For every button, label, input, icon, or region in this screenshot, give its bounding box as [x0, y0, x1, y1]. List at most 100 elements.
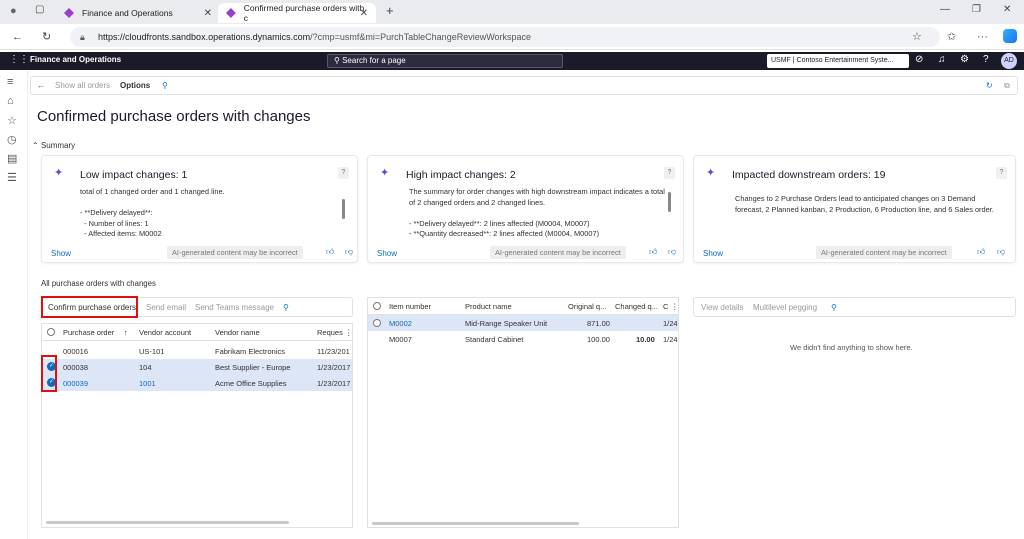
show-link[interactable]: Show	[377, 249, 397, 258]
favorites-star-icon[interactable]: ☆	[7, 114, 17, 127]
confirm-purchase-orders-button[interactable]: Confirm purchase orders	[48, 303, 136, 312]
action-bar: ← Show all orders Options ⚲ ↻ ⧉	[30, 76, 1018, 95]
grid-search-icon[interactable]: ⚲	[283, 303, 289, 312]
show-link[interactable]: Show	[703, 249, 723, 258]
col-item-number[interactable]: Item number	[389, 302, 431, 311]
col-c[interactable]: C	[663, 302, 668, 311]
col-original-qty[interactable]: Original q...	[568, 302, 606, 311]
close-window-icon[interactable]: ✕	[1003, 4, 1011, 15]
horizontal-scrollbar[interactable]	[372, 522, 579, 525]
close-tab-icon[interactable]: ✕	[204, 8, 212, 19]
close-tab-icon[interactable]: ✕	[360, 8, 368, 19]
cell-item[interactable]: M0002	[389, 319, 412, 328]
tab-actions-icon[interactable]: ▢	[35, 4, 44, 15]
copilot-icon[interactable]	[1003, 29, 1017, 43]
back-icon[interactable]: ←	[12, 27, 23, 47]
table-row[interactable]: M0002 Mid-Range Speaker Unit 871.00 1/24	[368, 315, 678, 331]
col-purchase-order[interactable]: Purchase order	[63, 328, 114, 337]
workspaces-icon[interactable]: ▤	[7, 152, 17, 165]
cell-product: Mid-Range Speaker Unit	[465, 319, 548, 328]
refresh-icon[interactable]: ↻	[42, 27, 51, 47]
thumbs-up-icon[interactable]: 👍︎	[326, 247, 334, 257]
card-body: total of 1 changed order and 1 changed l…	[80, 187, 225, 238]
col-changed-qty[interactable]: Changed q...	[615, 302, 658, 311]
options-button[interactable]: Options	[120, 81, 150, 90]
recent-clock-icon[interactable]: ◷	[7, 133, 17, 146]
new-tab-icon[interactable]: +	[386, 3, 394, 18]
company-picker[interactable]: USMF | Contoso Entertainment Syste...	[767, 54, 909, 68]
col-vendor-account[interactable]: Vendor account	[139, 328, 191, 337]
modules-list-icon[interactable]: ☰	[7, 171, 17, 184]
show-all-orders-button[interactable]: Show all orders	[55, 81, 110, 90]
selected-rows-highlight	[41, 355, 57, 392]
avatar[interactable]: AD	[1001, 53, 1017, 69]
show-link[interactable]: Show	[51, 249, 71, 258]
cell-name: Fabrikam Electronics	[215, 347, 286, 356]
url-field[interactable]: 🔒︎ https://cloudfronts.sandbox.operation…	[70, 27, 940, 47]
detail-search-icon[interactable]: ⚲	[831, 303, 837, 312]
search-icon: ⚲	[334, 56, 340, 65]
app-launcher-icon[interactable]: ⋮⋮	[9, 54, 29, 65]
empty-state-message: We didn't find anything to show here.	[790, 343, 913, 352]
ai-disclaimer-badge: AI-generated content may be incorrect	[167, 246, 303, 259]
col-product-name[interactable]: Product name	[465, 302, 512, 311]
minimize-icon[interactable]: —	[940, 4, 950, 15]
tab-label: Confirmed purchase orders with c	[243, 3, 365, 23]
table-row[interactable]: 000016 US-101 Fabrikam Electronics 11/23…	[42, 343, 352, 359]
view-details-button[interactable]: View details	[701, 303, 744, 312]
send-teams-button[interactable]: Send Teams message	[195, 303, 274, 312]
card-title: Low impact changes: 1	[80, 169, 188, 181]
cell-date: 11/23/201	[317, 347, 350, 356]
select-all-radio[interactable]	[373, 302, 381, 310]
select-all-radio[interactable]	[47, 328, 55, 336]
thumbs-down-icon[interactable]: 👎︎	[997, 247, 1005, 257]
horizontal-scrollbar[interactable]	[46, 521, 289, 524]
table-row[interactable]: ✓ 000039 1001 Acme Office Supplies 1/23/…	[42, 375, 352, 391]
copilot-header-icon[interactable]: ⊘	[915, 54, 923, 65]
summary-toggle[interactable]: ⌃ Summary	[32, 141, 75, 150]
cell-item: M0007	[389, 335, 412, 344]
table-row[interactable]: M0007 Standard Cabinet 100.00 10.00 1/24	[368, 331, 678, 347]
col-requested[interactable]: Reques	[317, 328, 343, 337]
thumbs-up-icon[interactable]: 👍︎	[649, 247, 657, 257]
column-menu-icon[interactable]: ⋮	[671, 302, 679, 311]
help-question-icon[interactable]: ?	[664, 167, 675, 179]
sort-arrow-icon[interactable]: ↑	[124, 328, 128, 337]
page-title: Confirmed purchase orders with changes	[37, 108, 311, 125]
home-icon[interactable]: ⌂	[7, 95, 14, 107]
thumbs-down-icon[interactable]: 👎︎	[668, 247, 676, 257]
notifications-icon[interactable]: ♫	[938, 54, 946, 65]
help-icon[interactable]: ?	[983, 54, 989, 65]
multilevel-pegging-button[interactable]: Multilevel pegging	[753, 303, 817, 312]
column-menu-icon[interactable]: ⋮	[345, 328, 353, 337]
search-page-input[interactable]: ⚲ Search for a page	[327, 54, 563, 68]
cell-changed: 10.00	[636, 335, 655, 344]
back-arrow-icon[interactable]: ←	[37, 81, 45, 90]
more-icon[interactable]: ···	[977, 27, 988, 47]
cell-vendor: 104	[139, 363, 152, 372]
favorites-icon[interactable]: ✩	[947, 27, 956, 47]
popout-icon[interactable]: ⧉	[1004, 81, 1010, 91]
favorite-star-icon[interactable]: ☆	[912, 27, 922, 47]
row-radio[interactable]	[373, 319, 381, 327]
help-question-icon[interactable]: ?	[338, 167, 349, 179]
settings-gear-icon[interactable]: ⚙	[960, 54, 969, 65]
col-vendor-name[interactable]: Vendor name	[215, 328, 260, 337]
tab-confirmed-po[interactable]: Confirmed purchase orders with c ✕	[218, 3, 376, 23]
card-scrollbar[interactable]	[668, 192, 671, 212]
card-scrollbar[interactable]	[342, 199, 345, 219]
help-question-icon[interactable]: ?	[996, 167, 1007, 179]
restore-icon[interactable]: ❐	[972, 4, 981, 15]
refresh-page-icon[interactable]: ↻	[986, 81, 993, 90]
cell-po[interactable]: 000039	[63, 379, 88, 388]
send-email-button[interactable]: Send email	[146, 303, 186, 312]
high-impact-card: ✦ High impact changes: 2 ? The summary f…	[367, 155, 684, 263]
profile-icon[interactable]: ●	[10, 5, 17, 17]
tab-finance-operations[interactable]: Finance and Operations ✕	[56, 3, 220, 23]
table-row[interactable]: ✓ 000038 104 Best Supplier - Europe 1/23…	[42, 359, 352, 375]
action-search-icon[interactable]: ⚲	[162, 81, 168, 90]
menu-icon[interactable]: ≡	[7, 76, 13, 88]
thumbs-up-icon[interactable]: 👍︎	[977, 247, 985, 257]
thumbs-down-icon[interactable]: 👎︎	[345, 247, 353, 257]
sparkle-icon: ✦	[54, 167, 64, 179]
